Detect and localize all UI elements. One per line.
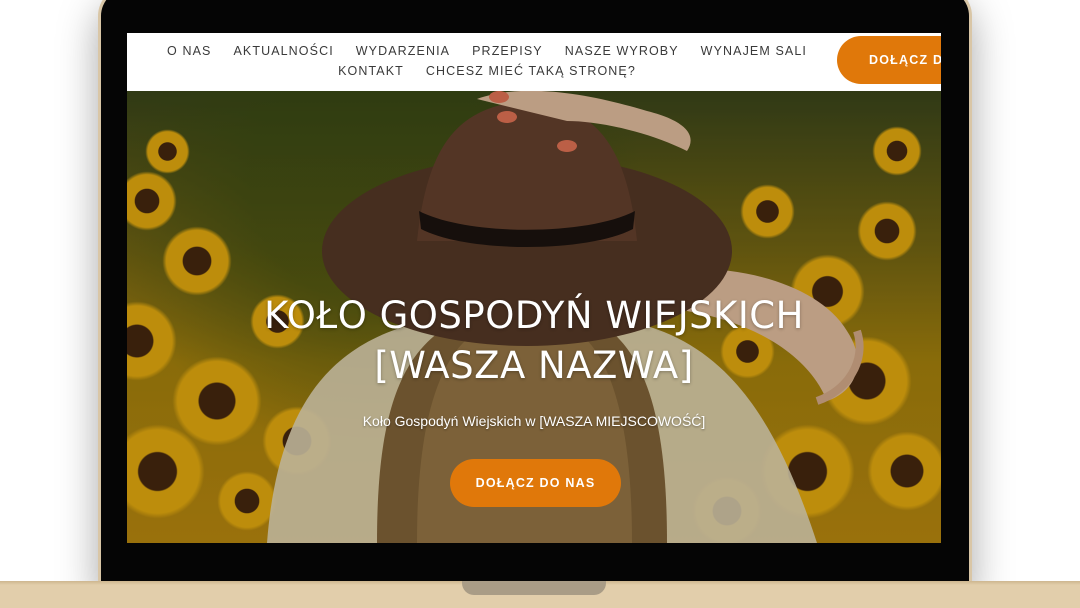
- nav-link-wydarzenia[interactable]: WYDARZENIA: [356, 44, 450, 58]
- hero-title-line-1: KOŁO GOSPODYŃ WIEJSKICH: [264, 294, 804, 337]
- nav-link-nasze-wyroby[interactable]: NASZE WYROBY: [565, 44, 679, 58]
- laptop-notch: [462, 581, 606, 595]
- laptop-screen: O NAS AKTUALNOŚCI WYDARZENIA PRZEPISY NA…: [127, 33, 941, 543]
- hero-subtitle: Koło Gospodyń Wiejskich w [WASZA MIEJSCO…: [362, 413, 706, 429]
- hero-section: KOŁO GOSPODYŃ WIEJSKICH [WASZA NAZWA] Ko…: [127, 91, 941, 543]
- nav-link-kontakt[interactable]: KONTAKT: [338, 64, 404, 78]
- join-us-hero-button[interactable]: DOŁĄCZ DO NAS: [450, 459, 621, 507]
- hero-title-line-2: [WASZA NAZWA]: [374, 344, 694, 387]
- join-us-nav-button[interactable]: DOŁĄCZ DO: [837, 36, 941, 84]
- nav-link-chcesz-miec-taka-strone[interactable]: CHCESZ MIEĆ TAKĄ STRONĘ?: [426, 64, 636, 78]
- nav-link-przepisy[interactable]: PRZEPISY: [472, 44, 543, 58]
- navigation-bar: O NAS AKTUALNOŚCI WYDARZENIA PRZEPISY NA…: [127, 33, 941, 91]
- nav-link-o-nas[interactable]: O NAS: [167, 44, 211, 58]
- hero-title: KOŁO GOSPODYŃ WIEJSKICH [WASZA NAZWA]: [127, 291, 941, 391]
- nav-links: O NAS AKTUALNOŚCI WYDARZENIA PRZEPISY NA…: [137, 44, 837, 78]
- nav-link-aktualnosci[interactable]: AKTUALNOŚCI: [233, 44, 333, 58]
- nav-link-wynajem-sali[interactable]: WYNAJEM SALI: [701, 44, 807, 58]
